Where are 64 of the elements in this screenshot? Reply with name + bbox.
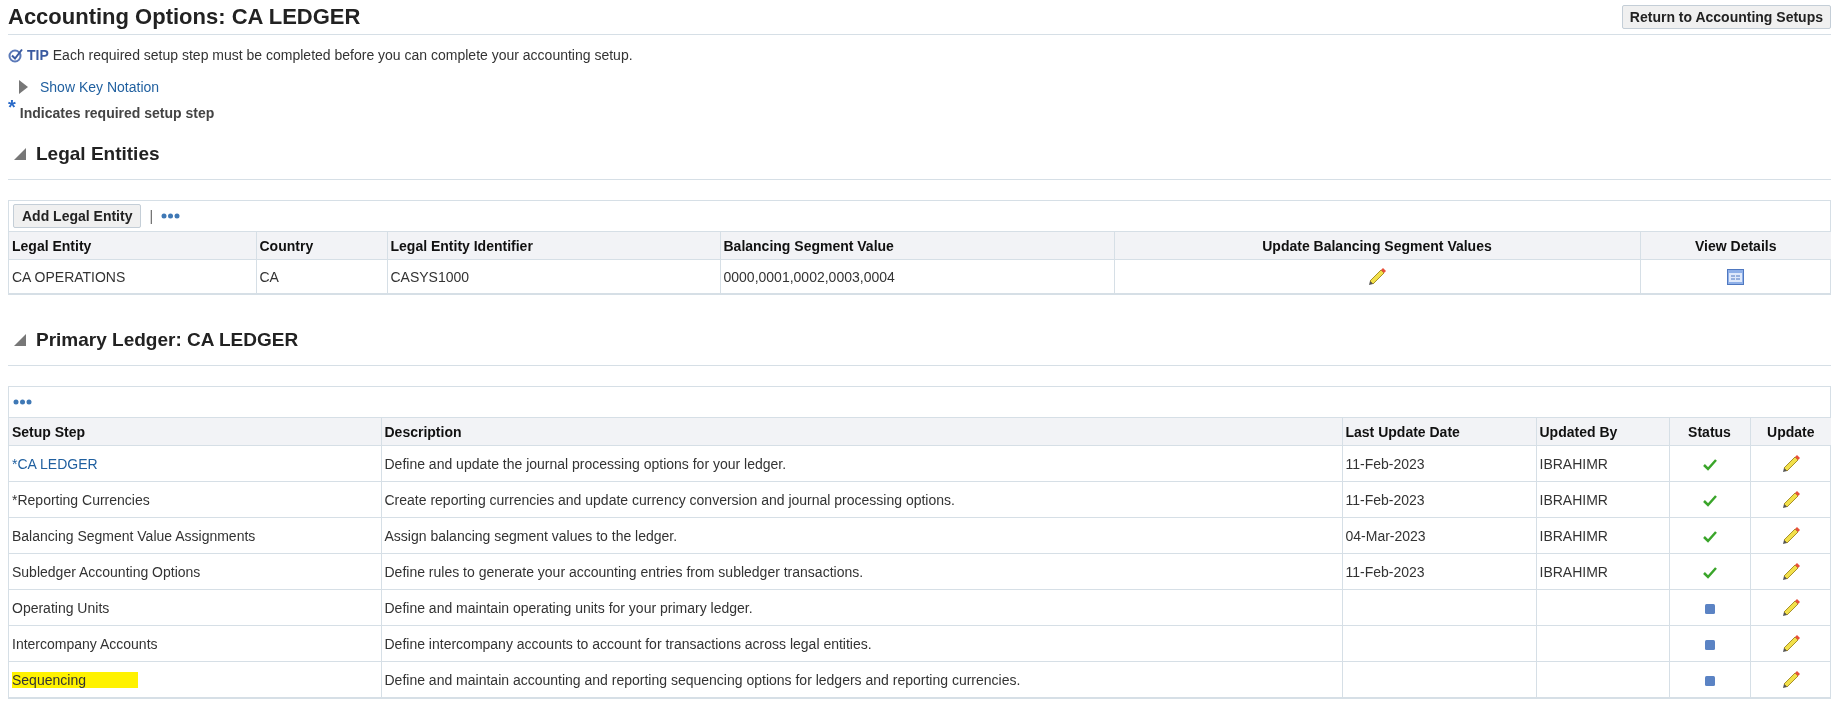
table-cell: IBRAHIMR: [1536, 553, 1669, 590]
column-header: Status: [1669, 417, 1750, 446]
column-header: Description: [381, 417, 1342, 446]
table-cell: 0000,0001,0002,0003,0004: [720, 259, 1114, 293]
more-icon[interactable]: [161, 213, 181, 219]
column-header: Last Update Date: [1342, 417, 1536, 446]
table-cell: Define and maintain operating units for your primary ledger.: [381, 589, 1342, 626]
table-cell: 11-Feb-2023: [1342, 481, 1536, 518]
section-heading: Primary Ledger: CA LEDGER: [36, 329, 299, 351]
setup-step: Sequencing: [12, 671, 138, 688]
table-cell: 11-Feb-2023: [1342, 553, 1536, 590]
table-cell: IBRAHIMR: [1536, 481, 1669, 518]
pencil-icon[interactable]: [1780, 525, 1801, 546]
column-header: Country: [256, 231, 387, 260]
table-cell: Define and update the journal processing options for your ledger.: [381, 445, 1342, 482]
column-header: Updated By: [1536, 417, 1669, 446]
pencil-icon[interactable]: [1780, 489, 1801, 510]
details-icon[interactable]: [1727, 269, 1745, 286]
pencil-icon[interactable]: [1780, 561, 1801, 582]
pencil-icon[interactable]: [1780, 453, 1801, 474]
table-cell: IBRAHIMR: [1536, 517, 1669, 554]
table-cell: CA OPERATIONS: [9, 259, 256, 293]
tip-label: TIP: [27, 47, 49, 63]
section-heading: Legal Entities: [36, 143, 160, 165]
column-header: Balancing Segment Value: [720, 231, 1114, 260]
more-icon[interactable]: [13, 399, 32, 405]
table-cell: Define intercompany accounts to account for transactions across legal entities.: [381, 625, 1342, 662]
toolbar-separator: |: [149, 208, 154, 224]
required-note: Indicates required setup step: [19, 105, 215, 121]
table-cell: Create reporting currencies and update currency conversion and journal processing options.: [381, 481, 1342, 518]
show-key-notation-link[interactable]: Show Key Notation: [40, 79, 160, 95]
table-cell: CA: [256, 259, 387, 293]
disclosure-icon[interactable]: [18, 79, 28, 95]
table-cell: 04-Mar-2023: [1342, 517, 1536, 554]
collapse-icon[interactable]: [14, 334, 26, 346]
setup-step: Subledger Accounting Options: [12, 563, 201, 580]
setup-step: Intercompany Accounts: [12, 635, 158, 652]
column-header: View Details: [1640, 231, 1831, 260]
pencil-icon[interactable]: [1780, 597, 1801, 618]
check-icon: [8, 47, 23, 63]
setup-step: Balancing Segment Value Assignments: [12, 527, 256, 544]
pencil-icon[interactable]: [1780, 669, 1801, 690]
setup-step: *Reporting Currencies: [12, 491, 150, 508]
setup-step-link[interactable]: *CA LEDGER: [12, 455, 98, 472]
column-header: Update Balancing Segment Values: [1114, 231, 1640, 260]
column-header: Update: [1750, 417, 1831, 446]
add-legal-entity-button[interactable]: Add Legal Entity: [13, 204, 142, 228]
table-cell: Assign balancing segment values to the ledger.: [381, 517, 1342, 554]
table-cell: IBRAHIMR: [1536, 445, 1669, 482]
table-cell: 11-Feb-2023: [1342, 445, 1536, 482]
setup-step: Operating Units: [12, 599, 110, 616]
table-cell: Define rules to generate your accounting entries from subledger transactions.: [381, 553, 1342, 590]
column-header: Legal Entity: [9, 231, 256, 260]
table-cell: Define and maintain accounting and reporting sequencing options for ledgers and reporting currencies.: [381, 661, 1342, 697]
table-cell: CASYS1000: [387, 259, 720, 293]
column-header: Setup Step: [9, 417, 381, 446]
pencil-icon[interactable]: [1780, 633, 1801, 654]
page-title: Accounting Options: CA LEDGER: [8, 4, 361, 30]
collapse-icon[interactable]: [14, 148, 26, 160]
column-header: Legal Entity Identifier: [387, 231, 720, 260]
tip-text: Each required setup step must be completed before you can complete your accounting setup.: [52, 47, 633, 63]
pencil-icon[interactable]: [1367, 266, 1387, 287]
required-mark: *: [8, 99, 16, 115]
return-button[interactable]: Return to Accounting Setups: [1621, 5, 1831, 29]
